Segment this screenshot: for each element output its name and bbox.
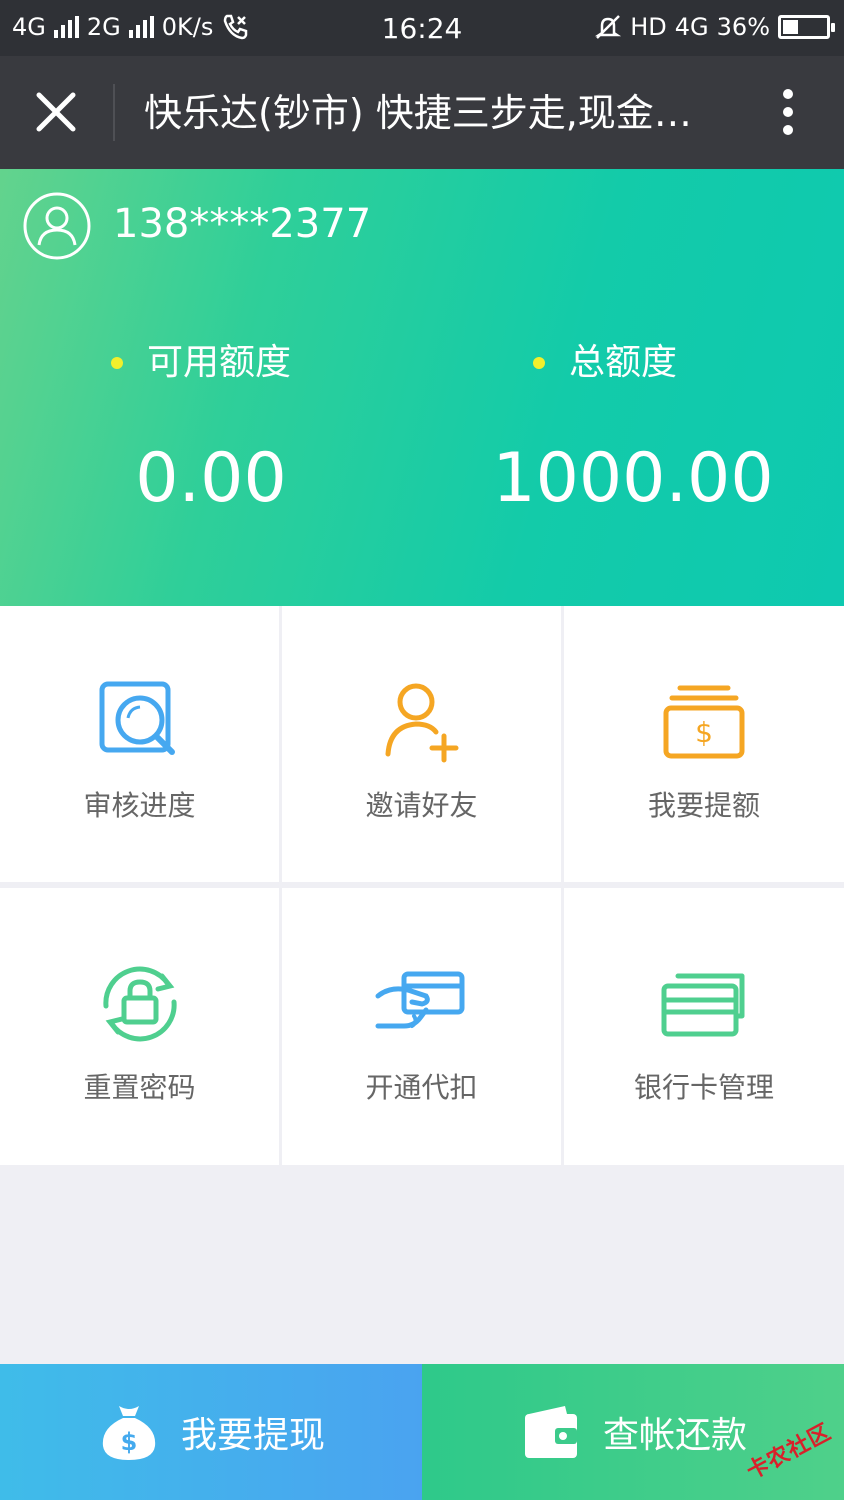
hand-card-icon (375, 971, 464, 1029)
page-title: 快乐达(钞市) 快捷三步走,现金借款 (144, 91, 704, 135)
total-credit-label: 总额度 (533, 339, 677, 387)
network-type-1: 4G (12, 13, 46, 41)
function-grid: 审核进度 邀请好友 $ 我要提额 重置密码 开通代扣 银行卡管理 (0, 606, 844, 1165)
repay-button[interactable]: 查帐还款 (422, 1364, 844, 1500)
phone-call-icon (224, 14, 248, 40)
tile-auto-debit[interactable]: 开通代扣 (282, 888, 561, 1165)
battery-percent: 36% (716, 13, 770, 41)
tile-label: 重置密码 (83, 1071, 196, 1104)
phone-number: 138****2377 (113, 201, 372, 247)
repay-label: 查帐还款 (602, 1415, 747, 1456)
nav-divider (113, 84, 115, 141)
tile-label: 邀请好友 (365, 789, 478, 822)
nav-bar: 快乐达(钞市) 快捷三步走,现金借款 (0, 56, 844, 169)
review-search-icon (99, 681, 175, 755)
status-left: 4G 2G 0K/s (12, 13, 249, 41)
credit-header: 138****2377 可用额度 总额度 0.00 1000.00 (0, 169, 844, 606)
total-credit-label-text: 总额度 (569, 342, 678, 383)
bank-cards-icon (661, 973, 745, 1037)
tile-reset-password[interactable]: 重置密码 (0, 888, 279, 1165)
signal-icon (53, 16, 79, 38)
total-credit-value: 1000.00 (492, 439, 774, 518)
tile-label: 审核进度 (83, 789, 196, 822)
tile-label: 我要提额 (647, 789, 760, 822)
money-bag-icon: $ (102, 1406, 156, 1460)
network-type-3: 4G (674, 13, 709, 41)
withdraw-label: 我要提现 (180, 1415, 325, 1456)
hd-indicator: HD (630, 13, 667, 41)
battery-fill (783, 20, 799, 34)
tile-review-progress[interactable]: 审核进度 (0, 606, 279, 882)
more-vertical-icon[interactable] (768, 82, 808, 142)
svg-text:$: $ (121, 1428, 138, 1456)
status-right: HD 4G 36% (594, 13, 835, 41)
tile-bank-cards[interactable]: 银行卡管理 (564, 888, 844, 1165)
alarm-off-icon (595, 15, 622, 39)
withdraw-button[interactable]: $ 我要提现 (0, 1364, 422, 1500)
money-stack-icon: $ (663, 685, 745, 759)
available-credit-label: 可用额度 (111, 339, 291, 387)
tile-raise-limit[interactable]: $ 我要提额 (564, 606, 844, 882)
signal-icon-2 (128, 16, 154, 38)
close-icon[interactable] (26, 82, 86, 142)
available-credit-label-text: 可用额度 (147, 342, 292, 383)
yellow-dot-icon (533, 357, 545, 369)
yellow-dot-icon (111, 357, 123, 369)
tile-label: 开通代扣 (365, 1071, 478, 1104)
bottom-action-bar: $ 我要提现 查帐还款 (0, 1364, 844, 1500)
lock-reset-icon (102, 966, 177, 1042)
network-type-2: 2G (86, 13, 121, 41)
svg-text:$: $ (695, 716, 713, 749)
available-credit-value: 0.00 (135, 439, 287, 518)
tile-invite-friends[interactable]: 邀请好友 (282, 606, 561, 882)
invite-user-icon (385, 683, 458, 763)
net-speed: 0K/s (161, 13, 214, 41)
wallet-icon (524, 1406, 577, 1458)
status-bar: 4G 2G 0K/s 16:24 HD 4G 36% (0, 0, 844, 56)
avatar-icon[interactable] (23, 192, 91, 260)
battery-icon (778, 15, 835, 39)
tile-label: 银行卡管理 (633, 1071, 774, 1104)
